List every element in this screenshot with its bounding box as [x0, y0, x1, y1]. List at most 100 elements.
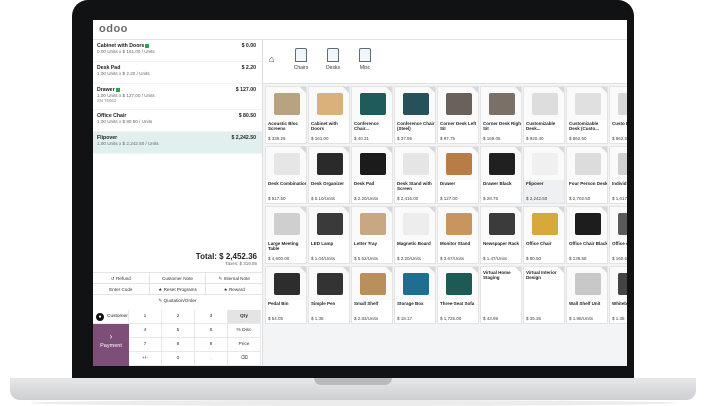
product-card[interactable]: Corner Desk Left Sit $ 97.75	[437, 86, 479, 144]
product-card[interactable]: Three-Seat Sofa $ 1,725.00	[437, 266, 479, 324]
product-name: Wall Shelf Unit	[569, 301, 601, 306]
product-name: Desk Combination	[268, 181, 307, 186]
control-button[interactable]: Enter Code	[93, 284, 150, 294]
product-card[interactable]: Flipover $ 2,242.50	[523, 146, 565, 204]
product-card[interactable]: Custo Desk (C $ 862.5	[609, 86, 627, 144]
numpad-key[interactable]: % Disc	[228, 324, 261, 338]
product-card[interactable]: Pedal Bin $ 54.05	[265, 266, 307, 324]
product-thumbnail	[317, 213, 343, 235]
product-thumbnail	[532, 153, 558, 175]
numpad-key[interactable]: .	[195, 352, 228, 366]
product-price: $ 127.00	[440, 196, 458, 201]
product-card[interactable]: Virtual Home Staging $ 43.99	[480, 266, 522, 324]
numpad-key[interactable]: +/-	[129, 352, 162, 366]
product-card[interactable]: Desk Pad $ 2.20/Units	[351, 146, 393, 204]
control-button[interactable]: ✎ Internal Note	[206, 273, 264, 283]
product-card[interactable]: Conference Chair (Steel) $ 37.95	[394, 86, 436, 144]
product-info-corner	[386, 147, 392, 153]
product-price: $ 161.00	[311, 136, 329, 141]
product-card[interactable]: Acoustic Bloc Screens $ 339.25	[265, 86, 307, 144]
control-button[interactable]: ✎ Quotation/Order	[93, 295, 263, 305]
order-line[interactable]: Desk Pad $ 2.20 1.00 Units x $ 2.20 / Unit…	[93, 62, 262, 84]
numpad-key[interactable]: Price	[228, 338, 261, 352]
product-name: Large Meeting Table	[268, 241, 299, 252]
product-price: $ 160.6	[612, 256, 627, 261]
numpad-key[interactable]: Qty	[228, 310, 261, 324]
numpad-key[interactable]: 2	[162, 310, 195, 324]
control-row-3: ✎ Quotation/Order	[93, 294, 263, 305]
numpad-key[interactable]: ⌫	[228, 352, 261, 366]
order-line[interactable]: Flipover $ 2,242.50 1.00 Units x $ 2,242.5…	[93, 132, 262, 154]
product-thumbnail	[575, 93, 601, 115]
control-button[interactable]: ★ Reset Programs	[150, 284, 207, 294]
product-card[interactable]: Monitor Stand $ 3.67/Units	[437, 206, 479, 264]
home-icon[interactable]: ⌂	[269, 54, 274, 64]
control-button[interactable]: Customer Note	[150, 273, 207, 283]
product-card[interactable]: Four Person Desk $ 2,702.50	[566, 146, 608, 204]
numpad-key[interactable]: 1	[129, 310, 162, 324]
numpad-key[interactable]: 3	[195, 310, 228, 324]
product-info-corner	[429, 207, 435, 213]
product-card[interactable]: Newspaper Rack $ 1.47/Units	[480, 206, 522, 264]
numpad-key[interactable]: 0	[162, 352, 195, 366]
product-name: Customizable Desk...	[526, 121, 556, 132]
product-card[interactable]: Cabinet with Doors $ 161.00	[308, 86, 350, 144]
product-image	[610, 87, 627, 120]
numpad-key[interactable]: 5	[162, 324, 195, 338]
category-misc[interactable]: Misc	[349, 48, 381, 71]
total-taxes: Taxes: $ 319.86	[225, 261, 257, 266]
control-button[interactable]: ↺ Refund	[93, 273, 150, 283]
customer-button[interactable]: ● Customer	[93, 310, 129, 324]
product-card[interactable]: Conference Chair... $ 40.31	[351, 86, 393, 144]
product-card[interactable]: Simple Pen $ 1.38	[308, 266, 350, 324]
numpad-key[interactable]: 4	[129, 324, 162, 338]
numpad-key[interactable]: 6	[195, 324, 228, 338]
category-desks[interactable]: Desks	[317, 48, 349, 71]
numpad-key[interactable]: 9	[195, 338, 228, 352]
product-card[interactable]: Large Meeting Table $ 4,600.00	[265, 206, 307, 264]
product-price: $ 35.36	[526, 316, 542, 321]
order-line[interactable]: Drawer $ 127.00 1.00 Units x $ 127.00 / Un…	[93, 84, 262, 110]
product-price: $ 5.52/Units	[354, 256, 379, 261]
product-name: Simple Pen	[311, 301, 336, 306]
product-info-corner	[515, 207, 521, 213]
product-card[interactable]: Individ Workpl $ 1,017	[609, 146, 627, 204]
order-line[interactable]: Cabinet with Doors $ 0.00 0.00 Units x $ 1…	[93, 40, 262, 62]
product-card[interactable]: Wall Shelf Unit $ 1.98/Units	[566, 266, 608, 324]
control-button[interactable]: ★ Reward	[206, 284, 264, 294]
product-card[interactable]: Customizable Desk... $ 920.40	[523, 86, 565, 144]
product-price: $ 4,600.00	[268, 256, 290, 261]
product-info-corner	[515, 147, 521, 153]
product-name: Newspaper Rack	[483, 241, 520, 246]
product-card[interactable]: Office Chair $ 80.50	[523, 206, 565, 264]
product-name: Office ch	[612, 241, 627, 246]
product-card[interactable]: Office Chair Black $ 138.58	[566, 206, 608, 264]
product-name: Four Person Desk	[569, 181, 608, 186]
product-card[interactable]: Magnetic Board $ 2.20/Units	[394, 206, 436, 264]
product-name: Three-Seat Sofa	[440, 301, 475, 306]
numpad-key[interactable]: 8	[162, 338, 195, 352]
product-card[interactable]: Storage Box $ 18.17	[394, 266, 436, 324]
product-card[interactable]: Desk Organizer $ 5.10/Units	[308, 146, 350, 204]
product-card[interactable]: Office ch $ 160.6	[609, 206, 627, 264]
order-line[interactable]: Office Chair $ 80.50 1.00 Units x $ 80.50 …	[93, 110, 262, 132]
product-card[interactable]: Drawer $ 127.00	[437, 146, 479, 204]
product-card[interactable]: Drawer Black $ 28.75	[480, 146, 522, 204]
product-card[interactable]: Small Shelf $ 2.83/Units	[351, 266, 393, 324]
product-card[interactable]: LED Lamp $ 1.04/Units	[308, 206, 350, 264]
category-chairs[interactable]: Chairs	[285, 48, 317, 71]
product-thumbnail	[403, 273, 429, 295]
product-card[interactable]: Letter Tray $ 5.52/Units	[351, 206, 393, 264]
product-card[interactable]: Whiteb Pen $ 1.38	[609, 266, 627, 324]
numpad-key[interactable]: 7	[129, 338, 162, 352]
product-info-corner	[472, 267, 478, 273]
product-card[interactable]: Customizable Desk (Custo... $ 862.50	[566, 86, 608, 144]
payment-button[interactable]: › Payment	[93, 324, 129, 366]
product-card[interactable]: Desk Combination $ 517.50	[265, 146, 307, 204]
product-card[interactable]: Virtual Interior Design $ 35.36	[523, 266, 565, 324]
product-info-corner	[515, 267, 521, 273]
product-card[interactable]: Desk Stand with Screen $ 2,415.00	[394, 146, 436, 204]
product-thumbnail	[274, 273, 300, 295]
product-price: $ 339.25	[268, 136, 286, 141]
product-card[interactable]: Corner Desk Right Sit $ 169.05	[480, 86, 522, 144]
